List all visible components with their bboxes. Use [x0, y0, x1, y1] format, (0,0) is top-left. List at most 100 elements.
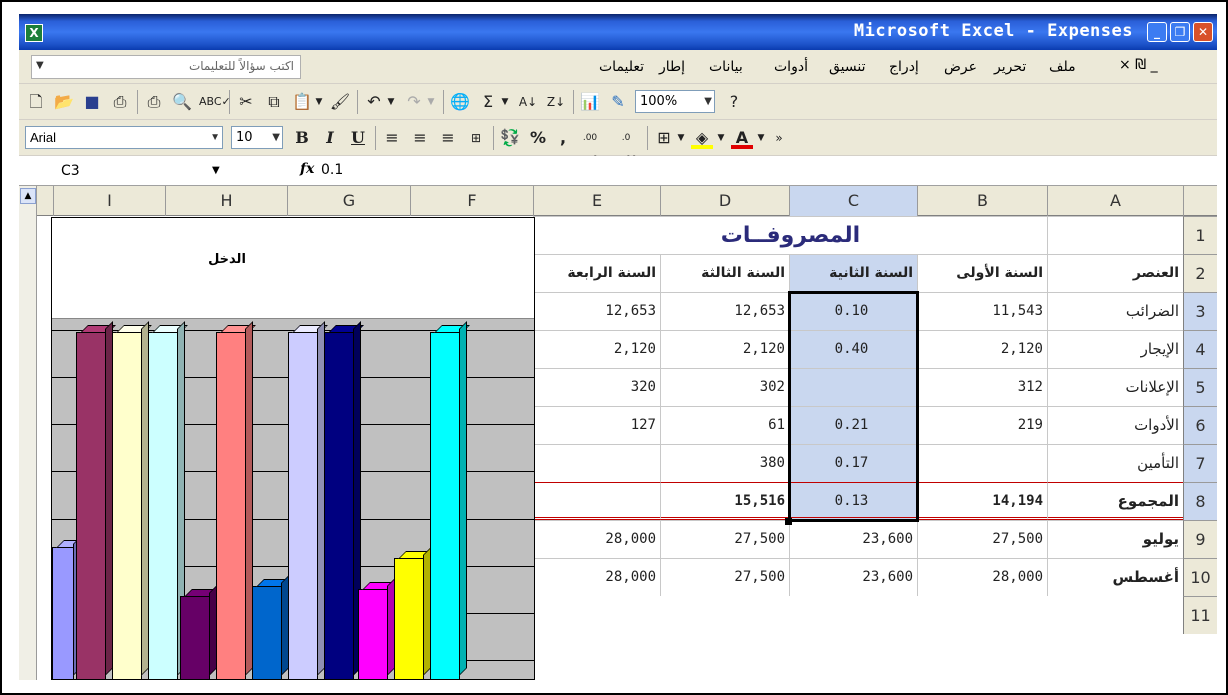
cell-c9[interactable]: 23,600: [789, 520, 917, 558]
cell-d3[interactable]: 12,653: [660, 292, 789, 330]
chevron-down-icon[interactable]: ▼: [425, 91, 437, 113]
undo-icon[interactable]: ↶: [363, 91, 385, 113]
row-header-2[interactable]: 2: [1183, 254, 1217, 292]
menu-tools[interactable]: أدوات: [774, 59, 808, 75]
menu-help[interactable]: تعليمات: [599, 59, 644, 75]
autosum-icon[interactable]: Σ: [477, 91, 499, 113]
font-name-select[interactable]: Arial ▼: [25, 126, 223, 149]
chevron-down-icon[interactable]: ▼: [675, 127, 687, 149]
cell-d8[interactable]: 15,516: [660, 482, 789, 520]
minimize-button[interactable]: _: [1147, 22, 1167, 42]
cell-d6[interactable]: 61: [660, 406, 789, 444]
cell-c3[interactable]: 0.10: [789, 292, 917, 330]
cell-c8[interactable]: 0.13: [789, 482, 917, 520]
restore-button[interactable]: ❐: [1170, 22, 1190, 42]
insert-function-button[interactable]: fx: [300, 161, 314, 177]
spelling-icon[interactable]: ABC✓: [199, 91, 231, 113]
cell-d7[interactable]: 380: [660, 444, 789, 482]
chart-bar[interactable]: [430, 321, 470, 679]
header-cell-d[interactable]: السنة الثالثة: [660, 254, 789, 292]
cell-a6[interactable]: الأدوات: [1047, 406, 1183, 444]
cell-c6[interactable]: 0.21: [789, 406, 917, 444]
column-header-h[interactable]: H: [165, 186, 287, 216]
menu-window[interactable]: إطار: [659, 59, 685, 75]
cell-d4[interactable]: 2,120: [660, 330, 789, 368]
chevron-down-icon[interactable]: ▼: [755, 127, 767, 149]
paste-icon[interactable]: 📋: [291, 91, 313, 113]
row-header-7[interactable]: 7: [1183, 444, 1217, 482]
cell-a3[interactable]: الضرائب: [1047, 292, 1183, 330]
header-cell-e[interactable]: السنة الرابعة: [533, 254, 660, 292]
cell-e4[interactable]: 2,120: [533, 330, 660, 368]
chart-bar[interactable]: [52, 536, 84, 679]
column-header-i[interactable]: I: [53, 186, 165, 216]
column-header-d[interactable]: D: [660, 186, 789, 216]
menu-view[interactable]: عرض: [944, 59, 977, 75]
merge-center-icon[interactable]: ⊞: [465, 127, 487, 149]
help-question-box[interactable]: ▼ اكتب سؤالاً للتعليمات: [31, 55, 301, 79]
excel-app-icon[interactable]: X: [25, 24, 43, 42]
cell-b8[interactable]: 14,194: [917, 482, 1047, 520]
chart-bar[interactable]: [288, 321, 328, 679]
cell-c7[interactable]: 0.17: [789, 444, 917, 482]
row-header-11[interactable]: 11: [1183, 596, 1217, 634]
font-color-button[interactable]: A: [731, 127, 753, 149]
cell-c5[interactable]: [789, 368, 917, 406]
format-painter-icon[interactable]: 🖌: [329, 91, 351, 113]
chevron-down-icon[interactable]: ▼: [210, 127, 220, 148]
cell-b6[interactable]: 219: [917, 406, 1047, 444]
chevron-down-icon[interactable]: ▼: [715, 127, 727, 149]
print-preview-icon[interactable]: 🔍: [171, 91, 193, 113]
toolbar-options-icon[interactable]: »: [771, 127, 787, 149]
cell-b10[interactable]: 28,000: [917, 558, 1047, 596]
bold-button[interactable]: B: [291, 127, 313, 149]
name-box[interactable]: C3 ▼: [19, 158, 239, 184]
increase-decimal-button[interactable]: .00 →.0: [575, 127, 605, 165]
close-button[interactable]: ✕: [1193, 22, 1213, 42]
sort-ascending-icon[interactable]: A↓: [517, 91, 539, 113]
cell-a1[interactable]: [1047, 216, 1183, 254]
redo-icon[interactable]: ↷: [403, 91, 425, 113]
header-cell-c[interactable]: السنة الثانية: [789, 254, 917, 292]
chart-bar[interactable]: [148, 321, 188, 679]
formula-input[interactable]: 0.1: [321, 162, 343, 178]
fill-handle[interactable]: [785, 518, 792, 525]
cell-e6[interactable]: 127: [533, 406, 660, 444]
chart-plot-area[interactable]: [52, 318, 534, 679]
chart-wizard-icon[interactable]: 📊: [579, 91, 601, 113]
percent-button[interactable]: %: [527, 127, 549, 149]
sort-descending-icon[interactable]: Z↓: [545, 91, 567, 113]
borders-icon[interactable]: ⊞: [653, 127, 675, 149]
income-chart[interactable]: الدخل: [51, 217, 535, 680]
chart-bar[interactable]: [252, 575, 292, 679]
cell-e8[interactable]: [533, 482, 660, 520]
cell-e9[interactable]: 28,000: [533, 520, 660, 558]
chevron-down-icon[interactable]: ▼: [499, 91, 511, 113]
menu-format[interactable]: تنسيق: [829, 59, 866, 75]
chart-bar[interactable]: [76, 321, 116, 679]
cell-b3[interactable]: 11,543: [917, 292, 1047, 330]
align-left-icon[interactable]: ≡: [381, 127, 403, 149]
row-header-9[interactable]: 9: [1183, 520, 1217, 558]
row-header-5[interactable]: 5: [1183, 368, 1217, 406]
row-header-1[interactable]: 1: [1183, 216, 1217, 254]
row-header-10[interactable]: 10: [1183, 558, 1217, 596]
cell-c10[interactable]: 23,600: [789, 558, 917, 596]
chevron-down-icon[interactable]: ▼: [36, 60, 44, 71]
chevron-down-icon[interactable]: ▼: [385, 91, 397, 113]
fill-color-icon[interactable]: ◈: [691, 127, 713, 149]
chart-bar[interactable]: [180, 585, 220, 679]
cell-e10[interactable]: 28,000: [533, 558, 660, 596]
open-icon[interactable]: 📂: [53, 91, 75, 113]
cell-a5[interactable]: الإعلانات: [1047, 368, 1183, 406]
chevron-down-icon[interactable]: ▼: [704, 91, 712, 112]
print-icon[interactable]: ⎙: [143, 91, 165, 113]
chart-bar[interactable]: [112, 321, 152, 679]
cell-e3[interactable]: 12,653: [533, 292, 660, 330]
menu-edit[interactable]: تحرير: [994, 59, 1026, 75]
row-header-8[interactable]: 8: [1183, 482, 1217, 520]
cell-b7[interactable]: [917, 444, 1047, 482]
row-header-4[interactable]: 4: [1183, 330, 1217, 368]
cell-a9[interactable]: يوليو: [1047, 520, 1183, 558]
vertical-scrollbar[interactable]: ▲: [19, 186, 37, 680]
